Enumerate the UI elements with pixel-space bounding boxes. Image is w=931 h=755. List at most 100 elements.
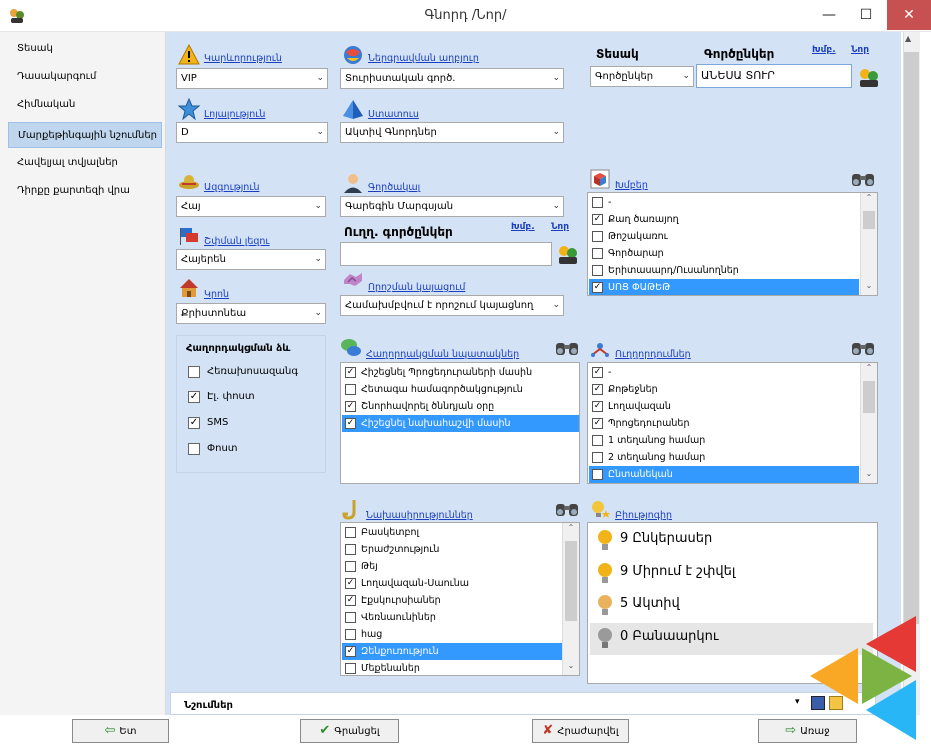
- prefs-list-item[interactable]: Թեյ: [342, 558, 562, 575]
- groups-list-item[interactable]: Գործարար: [589, 245, 859, 262]
- scroll-down-icon[interactable]: ⌄: [563, 661, 579, 675]
- agent-combo[interactable]: Գարեգին Մարգսյան ⌄: [340, 196, 564, 217]
- prefs-list-scrollbar[interactable]: ⌃ ⌄: [562, 523, 579, 675]
- type-combo[interactable]: Գործընկեր ⌄: [590, 66, 694, 87]
- interests-list-item[interactable]: Ընտանեկան: [589, 466, 859, 483]
- groups-list-item[interactable]: Երիտասարդ/Ուսանողներ: [589, 262, 859, 279]
- partners-input[interactable]: ԱՆԵՍԱ ՏՈՒՐ: [696, 64, 852, 88]
- save-button[interactable]: ✔ Գրանցել: [300, 719, 399, 743]
- status-combo[interactable]: Ակտիվ Գնորդներ ⌄: [340, 122, 564, 143]
- prefs-list-item[interactable]: Երաժշտություն: [342, 541, 562, 558]
- interests-item-checkbox[interactable]: ✓: [592, 384, 603, 395]
- comm-language-combo[interactable]: Հայերեն ⌄: [176, 249, 326, 270]
- notif-search-binoculars-icon[interactable]: [554, 339, 580, 357]
- notif-item-checkbox[interactable]: ✓: [345, 401, 356, 412]
- prefs-list-item[interactable]: Մեքենաներ: [342, 660, 562, 675]
- contact-phone-checkbox[interactable]: [188, 366, 200, 378]
- partners-lookup-icon[interactable]: [556, 242, 580, 266]
- interests-item-checkbox[interactable]: [592, 469, 603, 480]
- interests-item-checkbox[interactable]: ✓: [592, 418, 603, 429]
- nav-item-classification[interactable]: Դասակարգում: [8, 64, 162, 90]
- loyalty-combo[interactable]: D ⌄: [176, 122, 328, 143]
- groups-list-item[interactable]: -: [589, 194, 859, 211]
- nav-item-main[interactable]: Հիմնական: [8, 92, 162, 118]
- interests-list[interactable]: ✓ - ✓ Քոթեջներ ✓ Լողավազան ✓ Պրոցեդուրաներ 1 տեղ…: [587, 362, 878, 484]
- groups-list[interactable]: - ✓ Քաղ ծառայող Թոշակառու Գործարար Երիտասարդ/…: [587, 192, 878, 296]
- contact-post-checkbox[interactable]: [188, 443, 200, 455]
- interests-item-checkbox[interactable]: [592, 452, 603, 463]
- scroll-up-icon[interactable]: ▲: [905, 34, 911, 43]
- scroll-up-icon[interactable]: ⌃: [861, 193, 877, 207]
- groups-item-checkbox[interactable]: ✓: [592, 214, 603, 225]
- scroll-down-icon[interactable]: ⌄: [861, 281, 877, 295]
- groups-item-checkbox[interactable]: [592, 197, 603, 208]
- close-button[interactable]: ✕: [887, 0, 931, 30]
- prefs-list-item[interactable]: Բասկետբոլ: [342, 524, 562, 541]
- scroll-up-icon[interactable]: ⌃: [563, 523, 579, 537]
- interests-list-item[interactable]: ✓ -: [589, 364, 859, 381]
- scroll-thumb[interactable]: [863, 381, 875, 413]
- contact-sms-checkbox[interactable]: ✓: [188, 417, 200, 429]
- notif-list-item[interactable]: ✓ Շնորհավորել ծննդյան օրը: [342, 398, 579, 415]
- partners-lookup-icon[interactable]: [857, 65, 881, 89]
- interests-list-item[interactable]: 1 տեղանոց համար: [589, 432, 859, 449]
- prefs-item-checkbox[interactable]: [345, 663, 356, 674]
- interests-list-item[interactable]: 2 տեղանոց համար: [589, 449, 859, 466]
- groups-list-scrollbar[interactable]: ⌃ ⌄: [860, 193, 877, 295]
- prefs-list-item[interactable]: ✓ Էքսկուրսիաներ: [342, 592, 562, 609]
- nav-item-map[interactable]: Դիրքը քարտեզի վրա: [8, 178, 162, 204]
- nav-item-type[interactable]: Տեսակ: [8, 36, 162, 62]
- decision-combo[interactable]: Համախմբվում է որոշում կայացնող ⌄: [340, 295, 564, 316]
- groups-list-item[interactable]: ✓ ՍՈՑ ՓԱԹԵԹ: [589, 279, 859, 295]
- cancel-button[interactable]: ✘ Հրաժարվել: [532, 719, 629, 743]
- religion-combo[interactable]: Քրիստոնեա ⌄: [176, 303, 326, 324]
- notif-item-checkbox[interactable]: ✓: [345, 418, 356, 429]
- interests-item-checkbox[interactable]: ✓: [592, 367, 603, 378]
- prefs-search-binoculars-icon[interactable]: [554, 500, 580, 518]
- prefs-list-item[interactable]: ✓ Զենքուռություն: [342, 643, 562, 660]
- referral-edit-link[interactable]: Խմբ.: [511, 222, 535, 232]
- prefs-list-item[interactable]: Վեռնաունիներ: [342, 609, 562, 626]
- partners-new-link[interactable]: Նոր: [851, 45, 869, 55]
- scroll-up-icon[interactable]: ⌃: [861, 363, 877, 377]
- notif-list-item[interactable]: ✓ Հիշեցնել Պրոցեդուրաների մասին: [342, 364, 579, 381]
- referral-new-link[interactable]: Նոր: [551, 222, 569, 232]
- scroll-thumb[interactable]: [863, 211, 875, 229]
- notif-list-item[interactable]: ✓ Հիշեցնել նախահաշվի մասին: [342, 415, 579, 432]
- prefs-list-item[interactable]: հաց: [342, 626, 562, 643]
- prefs-list[interactable]: Բասկետբոլ Երաժշտություն Թեյ ✓ Լողավազան-Սաու…: [340, 522, 580, 676]
- interests-item-checkbox[interactable]: [592, 435, 603, 446]
- interests-list-item[interactable]: ✓ Լողավազան: [589, 398, 859, 415]
- importance-combo[interactable]: VIP ⌄: [176, 68, 328, 89]
- prefs-item-checkbox[interactable]: [345, 612, 356, 623]
- prefs-item-checkbox[interactable]: ✓: [345, 578, 356, 589]
- notif-goals-list[interactable]: ✓ Հիշեցնել Պրոցեդուրաների մասին Հետագա համ…: [340, 362, 580, 484]
- maximize-button[interactable]: ☐: [846, 0, 886, 30]
- referral-partner-input[interactable]: [340, 242, 552, 266]
- contact-email-checkbox[interactable]: ✓: [188, 391, 200, 403]
- prefs-item-checkbox[interactable]: [345, 527, 356, 538]
- groups-item-checkbox[interactable]: [592, 231, 603, 242]
- groups-item-checkbox[interactable]: [592, 265, 603, 276]
- scroll-thumb[interactable]: [565, 541, 577, 621]
- interests-list-item[interactable]: ✓ Պրոցեդուրաներ: [589, 415, 859, 432]
- groups-list-item[interactable]: Թոշակառու: [589, 228, 859, 245]
- minimize-button[interactable]: —: [815, 0, 843, 30]
- nav-item-marketing[interactable]: Մարքեթինգային նշումներ: [8, 122, 162, 148]
- chevron-down-icon[interactable]: ▾: [795, 697, 800, 707]
- prefs-item-checkbox[interactable]: ✓: [345, 646, 356, 657]
- groups-item-checkbox[interactable]: ✓: [592, 282, 603, 293]
- interests-list-scrollbar[interactable]: ⌃ ⌄: [860, 363, 877, 483]
- groups-list-item[interactable]: ✓ Քաղ ծառայող: [589, 211, 859, 228]
- groups-item-checkbox[interactable]: [592, 248, 603, 259]
- prefs-item-checkbox[interactable]: [345, 544, 356, 555]
- notif-item-checkbox[interactable]: [345, 384, 356, 395]
- prefs-list-item[interactable]: ✓ Լողավազան-Սաունա: [342, 575, 562, 592]
- scroll-down-icon[interactable]: ⌄: [861, 469, 877, 483]
- nav-item-additional[interactable]: Հավելյալ տվյալներ: [8, 150, 162, 176]
- partners-edit-link[interactable]: Խմբ.: [812, 45, 836, 55]
- prefs-item-checkbox[interactable]: ✓: [345, 595, 356, 606]
- interests-list-item[interactable]: ✓ Քոթեջներ: [589, 381, 859, 398]
- back-button[interactable]: ⇦ Ետ: [72, 719, 169, 743]
- notif-list-item[interactable]: Հետագա համագործակցություն: [342, 381, 579, 398]
